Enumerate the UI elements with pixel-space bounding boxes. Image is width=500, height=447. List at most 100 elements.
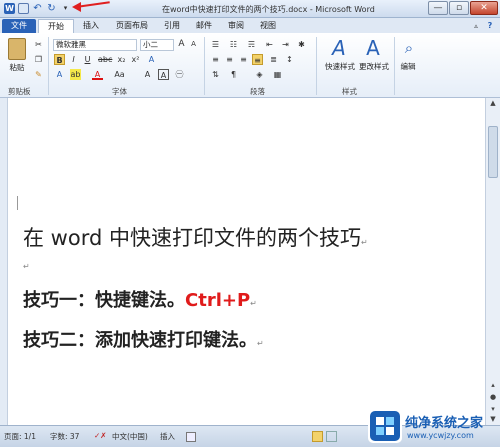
- close-button[interactable]: ✕: [470, 1, 498, 15]
- align-left-icon[interactable]: ≡: [210, 54, 221, 65]
- macro-record-icon[interactable]: [186, 432, 196, 442]
- strikethrough-icon[interactable]: abc: [98, 54, 112, 65]
- tab-mailings[interactable]: 邮件: [190, 19, 218, 33]
- find-binoculars-icon[interactable]: ⌕: [400, 38, 418, 58]
- tip2-line[interactable]: 技巧二：添加快速打印键法。↵: [23, 326, 264, 352]
- paste-button-label[interactable]: 粘贴: [6, 62, 28, 73]
- bold-button[interactable]: B: [54, 54, 65, 65]
- cut-icon[interactable]: ✂: [33, 39, 44, 50]
- select-browse-object-icon[interactable]: ●: [487, 392, 499, 403]
- window-title: 在word中快速打印文件的两个技巧.docx - Microsoft Word: [162, 5, 375, 14]
- shading-icon[interactable]: ◈: [254, 69, 265, 80]
- scrollbar-thumb[interactable]: [488, 126, 498, 178]
- increase-indent-icon[interactable]: ⇥: [280, 39, 291, 50]
- character-border-icon[interactable]: A: [158, 69, 169, 80]
- show-formatting-marks-icon[interactable]: ¶: [228, 69, 239, 80]
- print-layout-view-icon[interactable]: [312, 431, 323, 442]
- align-right-icon[interactable]: ≡: [238, 54, 249, 65]
- editing-button-label[interactable]: 编辑: [396, 61, 420, 72]
- change-styles-button-label[interactable]: 更改样式: [356, 61, 392, 72]
- shrink-font-icon[interactable]: A: [188, 39, 199, 50]
- word-count[interactable]: 字数: 37: [50, 431, 79, 442]
- font-name-select[interactable]: 微软雅黑: [53, 39, 137, 51]
- proofing-icon[interactable]: ✓✗: [94, 431, 107, 440]
- title-bar: W ↶ ↻ ▾ 在word中快速打印文件的两个技巧.docx - Microso…: [0, 0, 500, 18]
- enclose-characters-icon[interactable]: ㊀: [174, 69, 185, 80]
- site-watermark: 纯净系统之家 www.ycwjzy.com: [368, 409, 500, 447]
- tip1-text: 技巧一：快捷键法。: [23, 290, 185, 311]
- insert-mode-indicator[interactable]: 插入: [160, 431, 175, 442]
- sort-icon[interactable]: ⇅: [210, 69, 221, 80]
- word-app-icon[interactable]: W: [4, 3, 15, 14]
- language-indicator[interactable]: 中文(中国): [112, 431, 148, 442]
- format-painter-icon[interactable]: ✎: [33, 69, 44, 80]
- tab-view[interactable]: 视图: [254, 19, 282, 33]
- group-separator: [48, 37, 49, 95]
- tip1-line[interactable]: 技巧一：快捷键法。Ctrl+P↵: [23, 286, 257, 312]
- vertical-scrollbar[interactable]: ▲ ▴ ● ▾ ▼: [485, 98, 500, 425]
- font-size-select[interactable]: 小二: [140, 39, 174, 51]
- chinese-layout-icon[interactable]: ✱: [296, 39, 307, 50]
- vertical-ruler: [0, 98, 8, 425]
- document-canvas[interactable]: [0, 98, 485, 425]
- empty-paragraph-mark: ↵: [23, 262, 30, 271]
- previous-page-icon[interactable]: ▴: [487, 380, 499, 391]
- copy-icon[interactable]: ❐: [33, 54, 44, 65]
- save-icon[interactable]: [18, 3, 29, 14]
- change-case-icon[interactable]: Aa: [114, 69, 125, 80]
- ribbon-tabs: 文件 开始 插入 页面布局 引用 邮件 审阅 视图 ▵ ?: [0, 18, 500, 33]
- italic-button[interactable]: I: [68, 54, 79, 65]
- ribbon-home: 粘贴 ✂ ❐ ✎ 剪贴板 微软雅黑 小二 A A B I U abc x₂ x²…: [0, 33, 500, 98]
- grow-font-icon[interactable]: A: [176, 39, 187, 50]
- heading-text: 在 word 中快速打印文件的两个技巧: [23, 226, 361, 250]
- font-group-label: 字体: [112, 87, 127, 96]
- paste-icon[interactable]: [8, 38, 26, 60]
- tab-insert[interactable]: 插入: [76, 19, 106, 33]
- watermark-url: www.ycwjzy.com: [407, 431, 474, 440]
- document-heading[interactable]: 在 word 中快速打印文件的两个技巧↵: [23, 222, 368, 252]
- customize-quick-access-dropdown-icon[interactable]: ▾: [60, 3, 71, 14]
- watermark-brand: 纯净系统之家: [405, 416, 484, 431]
- decrease-indent-icon[interactable]: ⇤: [264, 39, 275, 50]
- redo-icon[interactable]: ↻: [46, 3, 57, 14]
- align-center-icon[interactable]: ≡: [224, 54, 235, 65]
- tip1-shortcut: Ctrl+P: [185, 290, 251, 311]
- highlight-icon[interactable]: ab: [70, 69, 81, 80]
- text-effects-icon[interactable]: A: [54, 69, 65, 80]
- tab-file[interactable]: 文件: [2, 19, 36, 33]
- full-screen-reading-icon[interactable]: [326, 431, 337, 442]
- tab-references[interactable]: 引用: [158, 19, 186, 33]
- paragraph-group-label: 段落: [250, 87, 265, 96]
- distributed-icon[interactable]: ≣: [268, 54, 279, 65]
- multilevel-list-icon[interactable]: ☴: [246, 39, 257, 50]
- underline-button[interactable]: U: [82, 54, 93, 65]
- line-spacing-icon[interactable]: ↕: [284, 54, 295, 65]
- character-shading-icon[interactable]: A: [142, 69, 153, 80]
- justify-icon[interactable]: ≡: [252, 54, 263, 65]
- tab-page-layout[interactable]: 页面布局: [110, 19, 154, 33]
- font-color-icon[interactable]: A: [92, 69, 103, 80]
- group-separator: [204, 37, 205, 95]
- watermark-logo-icon: [368, 409, 402, 443]
- group-separator: [394, 37, 395, 95]
- paragraph-mark: ↵: [250, 299, 257, 308]
- superscript-icon[interactable]: x²: [130, 54, 141, 65]
- scroll-up-icon[interactable]: ▲: [487, 98, 499, 109]
- subscript-icon[interactable]: x₂: [116, 54, 127, 65]
- minimize-button[interactable]: —: [428, 1, 448, 15]
- bullets-icon[interactable]: ☰: [210, 39, 221, 50]
- quick-styles-button-label[interactable]: 快速样式: [320, 61, 360, 72]
- windows-logo-icon: [370, 411, 400, 441]
- tab-home[interactable]: 开始: [38, 19, 74, 33]
- help-icon[interactable]: ?: [484, 19, 496, 33]
- maximize-button[interactable]: ▫: [449, 1, 469, 15]
- numbering-icon[interactable]: ☷: [228, 39, 239, 50]
- clear-formatting-icon[interactable]: A: [146, 54, 157, 65]
- undo-icon[interactable]: ↶: [32, 3, 43, 14]
- minimize-ribbon-icon[interactable]: ▵: [470, 19, 482, 33]
- tab-review[interactable]: 审阅: [222, 19, 250, 33]
- page-count[interactable]: 页面: 1/1: [4, 431, 36, 442]
- borders-icon[interactable]: ▦: [272, 69, 283, 80]
- quick-styles-icon[interactable]: A: [328, 37, 350, 59]
- change-styles-icon[interactable]: A: [362, 37, 384, 59]
